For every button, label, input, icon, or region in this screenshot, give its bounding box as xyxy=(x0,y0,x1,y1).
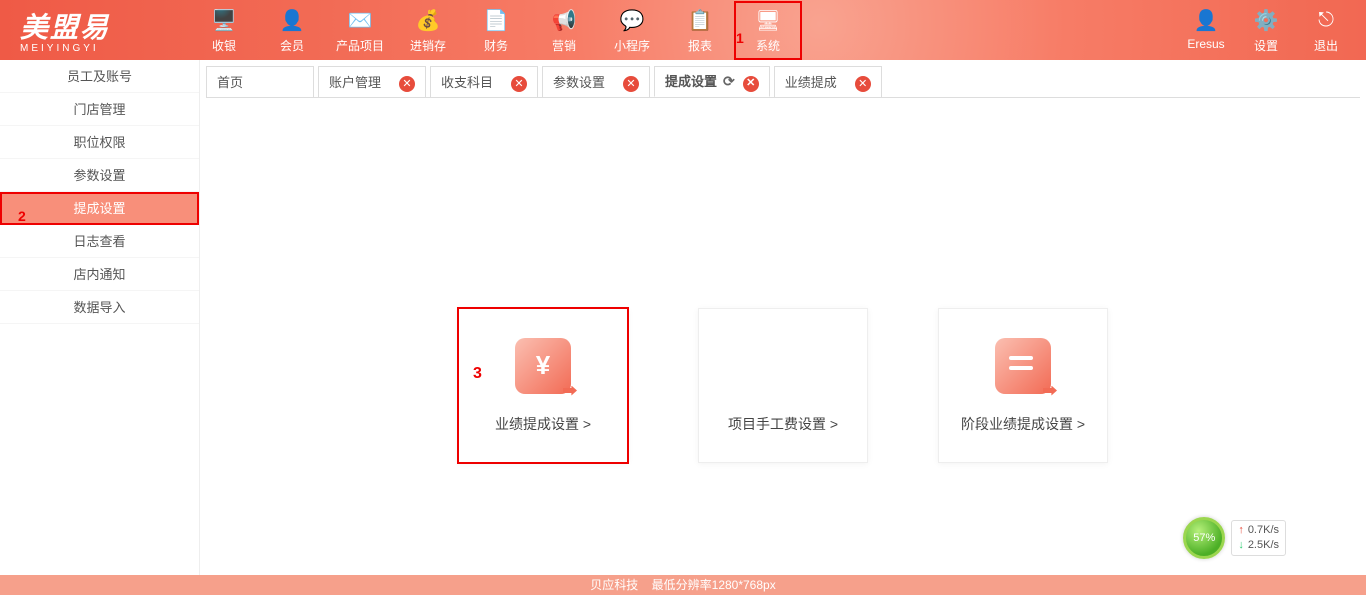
tab-label: 提成设置 xyxy=(665,66,717,97)
wechat-icon: 💬 xyxy=(598,7,666,35)
app-header: 美盟易 MEIYINGYI 🖥️ 收银👤 会员✉️ 产品项目💰 进销存📄 财务📢… xyxy=(0,0,1366,60)
sidebar-item[interactable]: 门店管理 xyxy=(0,93,199,126)
member-icon: 👤 xyxy=(258,7,326,35)
marketing-icon: 📢 xyxy=(530,7,598,35)
nav-label: 财务 xyxy=(462,37,530,54)
nav-label: 收银 xyxy=(190,37,258,54)
card[interactable]: 业绩提成设置 > 3 xyxy=(458,308,628,463)
system-icon: 🖥 xyxy=(734,7,802,35)
logout-icon: ⎋ xyxy=(1296,7,1356,35)
grid-icon xyxy=(755,338,811,394)
nav-finance[interactable]: 📄 财务 xyxy=(462,1,530,60)
sidebar-item[interactable]: 员工及账号 xyxy=(0,60,199,93)
footer-bar: 贝应科技 最低分辨率1280*768px xyxy=(0,575,1366,595)
tab[interactable]: 参数设置 ✕ xyxy=(542,66,650,97)
nav-label: 退出 xyxy=(1296,37,1356,54)
main-area: 员工及账号门店管理职位权限参数设置提成设置2日志查看店内通知数据导入 首页账户管… xyxy=(0,60,1366,575)
cash-register-icon: 🖥️ xyxy=(190,7,258,35)
close-icon[interactable]: ✕ xyxy=(855,76,871,92)
network-percent-circle[interactable]: 57% xyxy=(1183,517,1225,559)
tab[interactable]: 账户管理 ✕ xyxy=(318,66,426,97)
tab[interactable]: 收支科目 ✕ xyxy=(430,66,538,97)
nav-inventory[interactable]: 💰 进销存 xyxy=(394,1,462,60)
product-icon: ✉️ xyxy=(326,7,394,35)
nav-label: 营销 xyxy=(530,37,598,54)
tab[interactable]: 业绩提成 ✕ xyxy=(774,66,882,97)
close-icon[interactable]: ✕ xyxy=(511,76,527,92)
user-icon: 👤 xyxy=(1176,7,1236,35)
sidebar-item[interactable]: 职位权限 xyxy=(0,126,199,159)
settings-icon: ⚙️ xyxy=(1236,7,1296,35)
nav-label: Eresus xyxy=(1176,37,1236,51)
tab[interactable]: 提成设置 ⟳ ✕ xyxy=(654,66,770,97)
network-widget[interactable]: 57% 0.7K/s 2.5K/s xyxy=(1183,517,1286,559)
doc-icon xyxy=(995,338,1051,394)
download-speed: 2.5K/s xyxy=(1238,538,1279,553)
nav-label: 产品项目 xyxy=(326,37,394,54)
close-icon[interactable]: ✕ xyxy=(623,76,639,92)
refresh-icon[interactable]: ⟳ xyxy=(723,73,735,89)
nav-label: 小程序 xyxy=(598,37,666,54)
card[interactable]: 阶段业绩提成设置 > xyxy=(938,308,1108,463)
logo-text: 美盟易 xyxy=(20,6,190,46)
nav-label: 会员 xyxy=(258,37,326,54)
tab-label: 业绩提成 xyxy=(785,67,837,98)
nav-label: 设置 xyxy=(1236,37,1296,54)
annotation-number: 1 xyxy=(736,30,744,46)
inventory-icon: 💰 xyxy=(394,7,462,35)
tab[interactable]: 首页 xyxy=(206,66,314,97)
nav-report[interactable]: 📋 报表 xyxy=(666,1,734,60)
footer-company: 贝应科技 xyxy=(590,578,638,592)
nav-member[interactable]: 👤 会员 xyxy=(258,1,326,60)
report-icon: 📋 xyxy=(666,7,734,35)
sidebar-item[interactable]: 数据导入 xyxy=(0,291,199,324)
yen-icon xyxy=(515,338,571,394)
card-label: 阶段业绩提成设置 > xyxy=(961,414,1085,434)
nav-wechat[interactable]: 💬 小程序 xyxy=(598,1,666,60)
tab-label: 首页 xyxy=(217,67,243,98)
footer-resolution: 最低分辨率1280*768px xyxy=(652,578,776,592)
nav-label: 报表 xyxy=(666,37,734,54)
header-user[interactable]: 👤 Eresus xyxy=(1176,1,1236,60)
header-settings[interactable]: ⚙️ 设置 xyxy=(1236,1,1296,60)
card[interactable]: 项目手工费设置 > xyxy=(698,308,868,463)
header-right: 👤 Eresus⚙️ 设置⎋ 退出 xyxy=(1176,1,1356,60)
sidebar: 员工及账号门店管理职位权限参数设置提成设置2日志查看店内通知数据导入 xyxy=(0,60,200,575)
tab-bar: 首页 账户管理 ✕ 收支科目 ✕ 参数设置 ✕ 提成设置 ⟳ ✕ 业绩提成 ✕ xyxy=(206,66,1360,98)
close-icon[interactable]: ✕ xyxy=(399,76,415,92)
card-label: 业绩提成设置 > xyxy=(495,414,591,434)
header-logout[interactable]: ⎋ 退出 xyxy=(1296,1,1356,60)
card-area: 业绩提成设置 > 3 项目手工费设置 > 阶段业绩提成设置 > xyxy=(200,308,1366,463)
close-icon[interactable]: ✕ xyxy=(743,76,759,92)
nav-system[interactable]: 🖥 系统1 xyxy=(734,1,802,60)
tab-label: 收支科目 xyxy=(441,67,493,98)
nav-label: 进销存 xyxy=(394,37,462,54)
annotation-number: 3 xyxy=(473,365,482,383)
logo: 美盟易 MEIYINGYI xyxy=(10,6,190,54)
tab-label: 账户管理 xyxy=(329,67,381,98)
nav-marketing[interactable]: 📢 营销 xyxy=(530,1,598,60)
card-label: 项目手工费设置 > xyxy=(728,414,838,434)
network-speeds: 0.7K/s 2.5K/s xyxy=(1231,520,1286,556)
nav-cash-register[interactable]: 🖥️ 收银 xyxy=(190,1,258,60)
main-nav: 🖥️ 收银👤 会员✉️ 产品项目💰 进销存📄 财务📢 营销💬 小程序📋 报表🖥 … xyxy=(190,1,802,60)
finance-icon: 📄 xyxy=(462,7,530,35)
content: 首页 账户管理 ✕ 收支科目 ✕ 参数设置 ✕ 提成设置 ⟳ ✕ 业绩提成 ✕ 业绩提成设置 > 3 项目… xyxy=(200,60,1366,575)
nav-label: 系统 xyxy=(734,37,802,54)
upload-speed: 0.7K/s xyxy=(1238,523,1279,538)
sidebar-item[interactable]: 店内通知 xyxy=(0,258,199,291)
tab-label: 参数设置 xyxy=(553,67,605,98)
sidebar-item[interactable]: 参数设置 xyxy=(0,159,199,192)
sidebar-item[interactable]: 日志查看 xyxy=(0,225,199,258)
sidebar-item[interactable]: 提成设置2 xyxy=(0,192,199,225)
nav-product[interactable]: ✉️ 产品项目 xyxy=(326,1,394,60)
